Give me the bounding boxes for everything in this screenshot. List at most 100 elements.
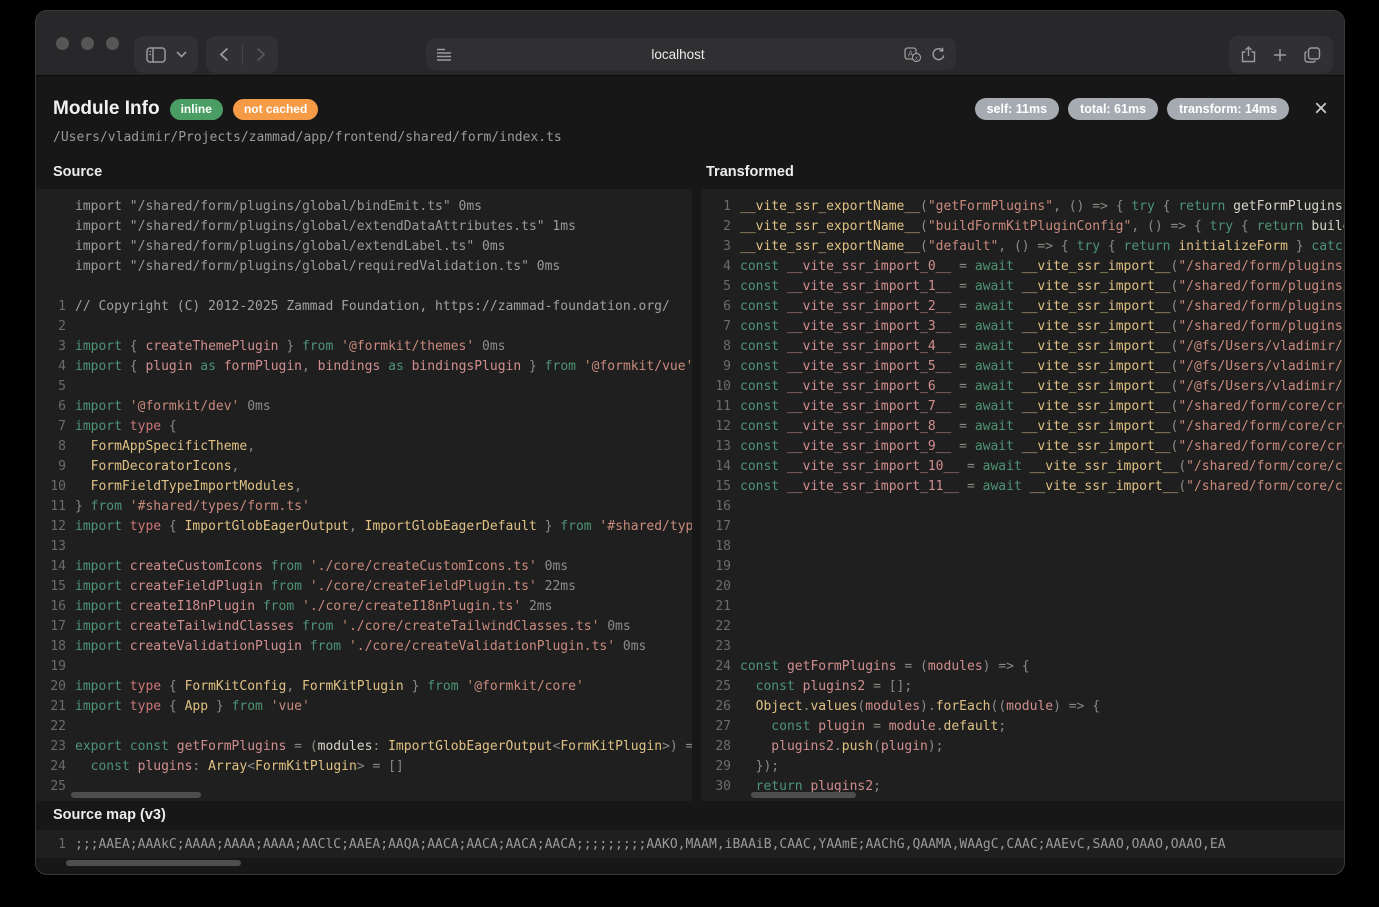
code-line: 2 [36, 317, 692, 337]
line-number: 10 [36, 477, 75, 497]
code-line: 3__vite_ssr_exportName__("default", () =… [701, 237, 1344, 257]
code-line: 16 [701, 497, 1344, 517]
code-line: 11const __vite_ssr_import_7__ = await __… [701, 397, 1344, 417]
line-number: 20 [701, 577, 740, 597]
line-number: 8 [701, 337, 740, 357]
sidebar-toggle-button[interactable] [134, 36, 198, 73]
code-line: 7import type { [36, 417, 692, 437]
translate-icon[interactable]: A x [904, 47, 921, 62]
code-line: 17 [701, 517, 1344, 537]
code-line: 27 const plugin = module.default; [701, 717, 1344, 737]
code-line: 19 [36, 657, 692, 677]
line-number: 15 [701, 477, 740, 497]
total-time-badge: total: 61ms [1068, 98, 1158, 120]
share-icon[interactable] [1241, 46, 1256, 63]
code-line: 13const __vite_ssr_import_9__ = await __… [701, 437, 1344, 457]
code-line: 16import createI18nPlugin from './core/c… [36, 597, 692, 617]
code-line: 15const __vite_ssr_import_11__ = await _… [701, 477, 1344, 497]
code-line: 18import createValidationPlugin from './… [36, 637, 692, 657]
code-line: 2__vite_ssr_exportName__("buildFormKitPl… [701, 217, 1344, 237]
code-line: 14import createCustomIcons from './core/… [36, 557, 692, 577]
line-number: 12 [36, 517, 75, 537]
horizontal-scrollbar-thumb[interactable] [71, 792, 201, 798]
code-line: 28 plugins2.push(plugin); [701, 737, 1344, 757]
code-line: 23export const getFormPlugins = (modules… [36, 737, 692, 757]
line-number: 8 [36, 437, 75, 457]
line-number [36, 197, 75, 217]
line-number: 16 [36, 597, 75, 617]
line-number: 29 [701, 757, 740, 777]
back-icon[interactable] [219, 47, 229, 62]
line-number: 14 [36, 557, 75, 577]
code-line: 5 [36, 377, 692, 397]
line-number: 23 [701, 637, 740, 657]
line-number: 15 [36, 577, 75, 597]
line-number: 11 [36, 497, 75, 517]
code-line: 26 Object.values(modules).forEach((modul… [701, 697, 1344, 717]
code-line: 29 }); [701, 757, 1344, 777]
traffic-light-zoom[interactable] [106, 37, 119, 50]
code-line: import "/shared/form/plugins/global/exte… [36, 237, 692, 257]
transformed-code-panel[interactable]: 1__vite_ssr_exportName__("getFormPlugins… [701, 189, 1344, 801]
not-cached-badge: not cached [233, 99, 318, 120]
line-number: 25 [36, 777, 75, 797]
line-number: 26 [701, 697, 740, 717]
reader-icon[interactable] [436, 47, 452, 62]
horizontal-scrollbar-thumb[interactable] [66, 860, 241, 866]
line-number: 21 [36, 697, 75, 717]
code-line: 10const __vite_ssr_import_6__ = await __… [701, 377, 1344, 397]
forward-icon[interactable] [256, 47, 266, 62]
line-number: 12 [701, 417, 740, 437]
line-number [36, 237, 75, 257]
line-number [36, 257, 75, 277]
page-title: Module Info [53, 98, 160, 120]
code-line: import "/shared/form/plugins/global/requ… [36, 257, 692, 277]
self-time-badge: self: 11ms [975, 98, 1059, 120]
svg-text:x: x [915, 56, 918, 62]
line-number: 3 [701, 237, 740, 257]
line-number: 21 [701, 597, 740, 617]
browser-chrome: localhost A x [36, 11, 1344, 76]
url-bar[interactable]: localhost A x [426, 38, 956, 70]
code-line: 23 [701, 637, 1344, 657]
code-line: import "/shared/form/plugins/global/bind… [36, 197, 692, 217]
source-code-panel[interactable]: import "/shared/form/plugins/global/bind… [36, 189, 692, 801]
code-line: 20import type { FormKitConfig, FormKitPl… [36, 677, 692, 697]
line-number: 22 [701, 617, 740, 637]
code-line: 24 const plugins: Array<FormKitPlugin> =… [36, 757, 692, 777]
line-number: 17 [701, 517, 740, 537]
code-line: 7const __vite_ssr_import_3__ = await __v… [701, 317, 1344, 337]
inline-badge: inline [170, 99, 223, 120]
line-number: 28 [701, 737, 740, 757]
line-number: 2 [701, 217, 740, 237]
traffic-light-minimize[interactable] [81, 37, 94, 50]
code-line: 18 [701, 537, 1344, 557]
code-line: 3import { createThemePlugin } from '@for… [36, 337, 692, 357]
line-number: 7 [701, 317, 740, 337]
close-icon[interactable]: × [1314, 99, 1328, 119]
code-line: 9 FormDecoratorIcons, [36, 457, 692, 477]
code-line: 12const __vite_ssr_import_8__ = await __… [701, 417, 1344, 437]
chevron-down-icon [176, 51, 187, 58]
url-text[interactable]: localhost [452, 47, 904, 62]
code-line: 6import '@formkit/dev' 0ms [36, 397, 692, 417]
line-number: 14 [701, 457, 740, 477]
sourcemap-panel[interactable]: 1;;;AAEA;AAAkC;AAAA;AAAA;AAAA;AAClC;AAEA… [36, 830, 1344, 858]
line-number: 27 [701, 717, 740, 737]
reload-icon[interactable] [931, 47, 946, 62]
tab-overview-icon[interactable] [1304, 47, 1321, 63]
code-line: 20 [701, 577, 1344, 597]
code-line: 19 [701, 557, 1344, 577]
traffic-light-close[interactable] [56, 37, 69, 50]
code-line: 4const __vite_ssr_import_0__ = await __v… [701, 257, 1344, 277]
line-number: 13 [36, 537, 75, 557]
line-number: 9 [701, 357, 740, 377]
horizontal-scrollbar-thumb[interactable] [751, 792, 856, 798]
line-number: 25 [701, 677, 740, 697]
line-number: 5 [701, 277, 740, 297]
code-line: 21import type { App } from 'vue' [36, 697, 692, 717]
line-number [36, 217, 75, 237]
line-number: 24 [701, 657, 740, 677]
line-number: 5 [36, 377, 75, 397]
new-tab-icon[interactable] [1273, 48, 1287, 62]
